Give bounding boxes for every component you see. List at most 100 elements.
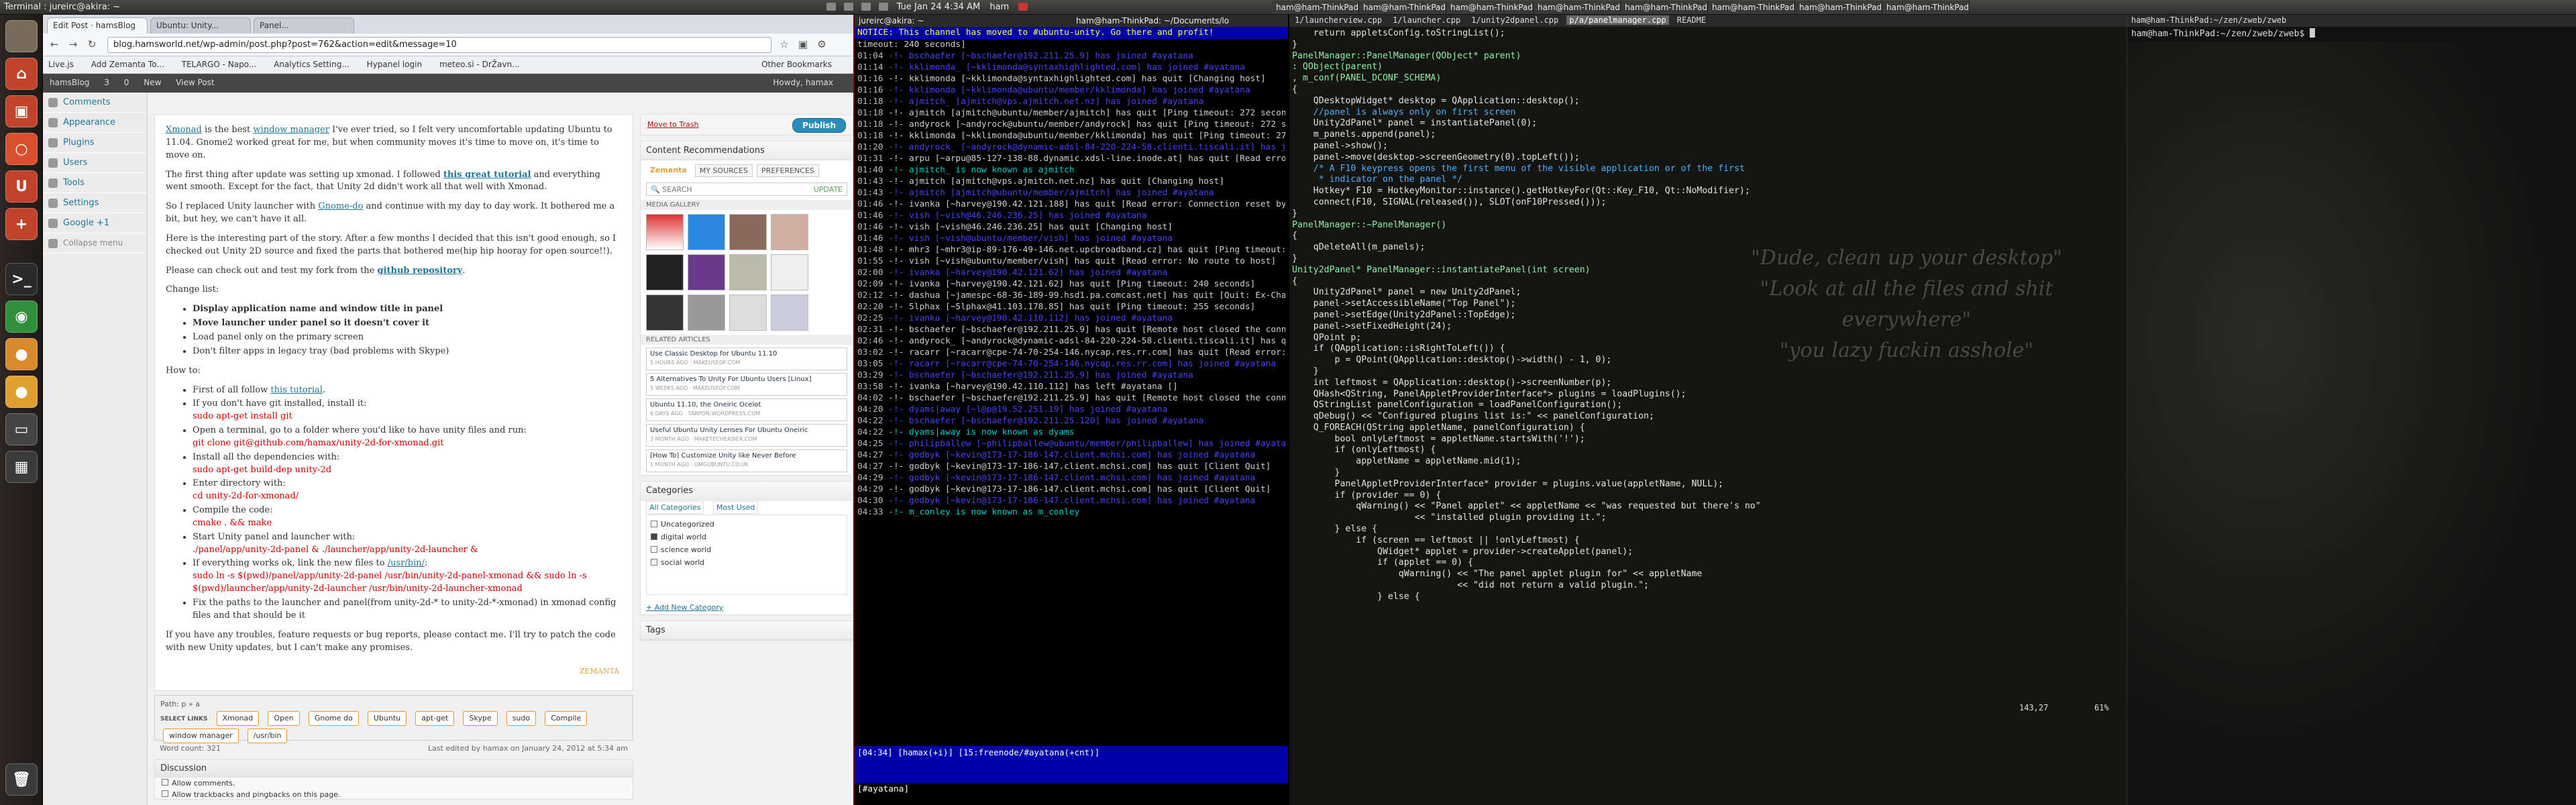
allow-trackbacks[interactable]: Allow trackbacks and pingbacks on this p… (155, 789, 633, 800)
my-sources-button[interactable]: MY SOURCES (694, 164, 753, 177)
window-tab[interactable]: ham@ham-ThinkPad: ~/... (1359, 1, 1446, 14)
wp-new-link[interactable]: New (144, 78, 161, 87)
tag-chip[interactable]: /usr/bin (247, 729, 288, 743)
wp-menu-plugins[interactable]: Plugins (43, 133, 147, 153)
files-icon[interactable] (5, 20, 38, 52)
tag-chip[interactable]: Ubuntu (367, 711, 407, 726)
star-icon[interactable]: ☆ (777, 38, 792, 52)
window-tab[interactable]: ham@ham-ThinkPad: ~/... (1272, 1, 1359, 14)
firefox-icon[interactable]: ● (5, 338, 38, 370)
post-link[interactable]: Xmonad (166, 125, 202, 135)
wp-site-link[interactable]: hamsBlog (50, 78, 89, 87)
irc-input[interactable]: [#ayatana] (855, 784, 1288, 796)
wp-menu-google-plus[interactable]: Google +1 (43, 213, 147, 233)
post-link[interactable]: this tutorial (270, 385, 323, 395)
discussion-title[interactable]: Discussion (155, 760, 633, 777)
post-link[interactable]: window manager (253, 125, 329, 135)
tag-chip[interactable]: Open (268, 711, 300, 726)
preferences-button[interactable]: PREFERENCES (756, 164, 819, 177)
vim-tab[interactable]: 1/unity2dpanel.cpp (1468, 15, 1561, 25)
bookmark[interactable]: TELARGO - Napo... (182, 60, 257, 69)
tab-all-categories[interactable]: All Categories (646, 501, 704, 514)
clock[interactable]: Tue Jan 24 4:34 AM (897, 2, 981, 12)
monitor-icon[interactable]: ▭ (5, 413, 38, 445)
wp-menu-settings[interactable]: Settings (43, 193, 147, 213)
window-tab[interactable]: ham@ham-ThinkPad: ~/... (1621, 1, 1708, 14)
chrome-icon[interactable]: ◉ (5, 301, 38, 333)
post-link[interactable]: this great tutorial (443, 170, 531, 180)
irc-terminal[interactable]: jureirc@akira: ~ ham@ham-ThinkPad: ~/Docu… (853, 15, 1288, 805)
tag-chip[interactable]: Skype (463, 711, 498, 726)
zemanta-search[interactable]: 🔍 SEARCH UPDATE (646, 182, 847, 196)
vim-tab[interactable]: 1/launcher.cpp (1390, 15, 1463, 25)
wp-menu-collapse[interactable]: Collapse menu (43, 233, 147, 254)
add-new-category-link[interactable]: + Add New Category (641, 600, 853, 614)
terminal-icon[interactable]: ⌂ (5, 58, 38, 90)
trash-icon[interactable]: 🗑 (5, 763, 38, 796)
network-icon[interactable] (844, 3, 854, 11)
gallery-image[interactable] (688, 294, 725, 331)
wp-menu-comments[interactable]: Comments (43, 93, 147, 113)
category-item[interactable]: science world (651, 543, 843, 556)
tag-chip[interactable]: sudo (506, 711, 537, 726)
gallery-image[interactable] (646, 214, 684, 250)
gallery-image[interactable] (646, 254, 684, 290)
window-tab[interactable]: ham@ham-ThinkPad: ~/ze... (1795, 1, 1882, 14)
bookmark[interactable]: Add Zemanta To... (91, 60, 164, 69)
vim-tab[interactable]: p/a/panelmanager.cpp (1566, 15, 1669, 25)
keyboard-icon[interactable] (826, 3, 836, 11)
battery-icon[interactable] (861, 3, 871, 11)
chromium-icon[interactable]: ● (5, 376, 38, 408)
window-tab[interactable]: ham@ham-ThinkPad: ~/... (1534, 1, 1621, 14)
extension-icon[interactable]: ▣ (796, 38, 810, 52)
publish-button[interactable]: Publish (792, 118, 846, 133)
wp-view-post-link[interactable]: View Post (176, 78, 214, 87)
browser-tab[interactable]: Ubuntu: Unity... (150, 17, 251, 34)
gallery-image[interactable] (646, 294, 684, 331)
bookmark[interactable]: meteo.si - DrŽavn... (439, 60, 520, 69)
bookmark[interactable]: Live.js (48, 60, 74, 69)
terminal2-icon[interactable]: >_ (5, 263, 38, 295)
tag-chip[interactable]: Gnome do (308, 711, 359, 726)
back-icon[interactable]: ← (47, 38, 62, 52)
vim-tab[interactable]: 1/launcherview.cpp (1292, 15, 1385, 25)
gallery-image[interactable] (688, 214, 725, 250)
category-item[interactable]: Uncategorized (651, 518, 843, 531)
categories-title[interactable]: Categories (641, 482, 853, 500)
gallery-image[interactable] (771, 254, 808, 290)
other-bookmarks[interactable]: Other Bookmarks (761, 60, 832, 69)
related-article[interactable]: [How To] Customize Unity like Never Befo… (646, 449, 847, 472)
post-link[interactable]: Gnome-do (318, 201, 363, 211)
related-article[interactable]: Ubuntu 11.10, the Oneiric Ocelot 6 DAYS A… (646, 398, 847, 421)
vim-tab[interactable]: README (1674, 15, 1709, 25)
volume-icon[interactable] (879, 3, 889, 11)
wp-menu-appearance[interactable]: Appearance (43, 113, 147, 133)
shell-prompt[interactable]: ham@ham-ThinkPad:~/zen/zweb/zweb$ (2127, 27, 2576, 40)
workspace-icon[interactable]: ▦ (5, 451, 38, 483)
post-link[interactable]: github repository (378, 266, 463, 276)
tag-chip[interactable]: Xmonad (216, 711, 260, 726)
tags-title[interactable]: Tags (641, 621, 853, 640)
tag-chip[interactable]: apt-get (415, 711, 455, 726)
power-icon[interactable] (1018, 3, 1028, 11)
gallery-image[interactable] (771, 294, 808, 331)
related-article[interactable]: 5 Alternatives To Unity For Ubuntu Users… (646, 373, 847, 396)
gallery-image[interactable] (729, 254, 767, 290)
gallery-image[interactable] (688, 254, 725, 290)
gallery-image[interactable] (729, 214, 767, 250)
browser-tab[interactable]: Edit Post · hamsBlog (47, 17, 148, 34)
category-item[interactable]: social world (651, 556, 843, 569)
wp-menu-users[interactable]: Users (43, 153, 147, 173)
address-bar[interactable]: blog.hamsworld.net/wp-admin/post.php?pos… (107, 37, 771, 53)
post-link[interactable]: /usr/bin/ (388, 558, 425, 568)
bookmark[interactable]: Analytics Setting... (274, 60, 350, 69)
package-icon[interactable]: U (5, 170, 38, 203)
tab-most-used[interactable]: Most Used (712, 501, 759, 514)
software-center-icon[interactable]: ▣ (5, 95, 38, 127)
wp-menu-tools[interactable]: Tools (43, 173, 147, 193)
related-article[interactable]: Use Classic Desktop for Ubuntu 11.10 5 HO… (646, 347, 847, 370)
allow-comments[interactable]: Allow comments. (155, 777, 633, 789)
user-menu[interactable]: ham (989, 2, 1009, 12)
window-tab[interactable]: ham@ham-ThinkPad: ~/... (1708, 1, 1795, 14)
post-editor[interactable]: Xmonad is the best window manager I've e… (154, 114, 633, 691)
